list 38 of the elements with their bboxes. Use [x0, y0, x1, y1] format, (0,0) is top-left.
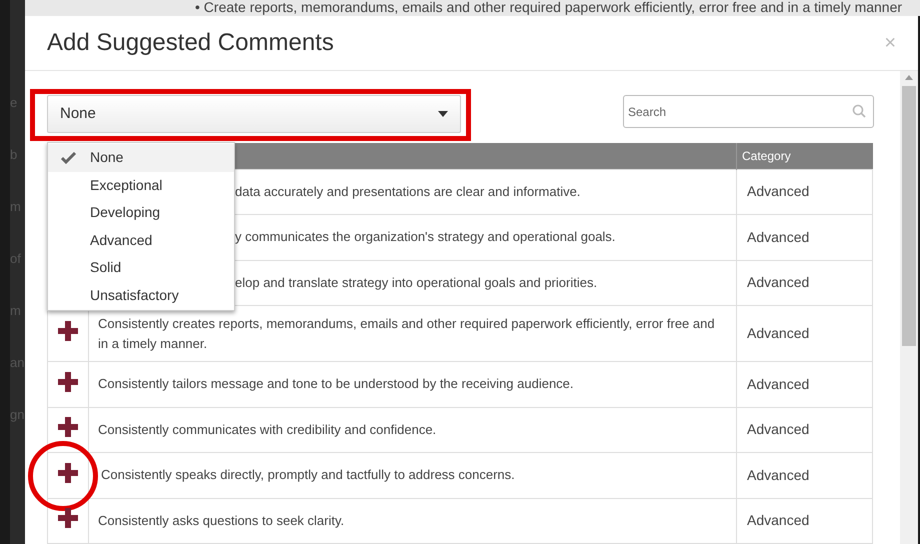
plus-icon[interactable]	[58, 417, 78, 437]
dropdown-option[interactable]: Solid	[48, 254, 234, 282]
category-dropdown[interactable]: None	[47, 95, 461, 133]
comment-text: Consistently speaks directly, promptly and tactfully to address concerns.	[101, 467, 515, 482]
comment-text: Consistently communicates with credibility and confidence.	[98, 422, 436, 437]
dropdown-option[interactable]: None	[48, 144, 234, 172]
dropdown-option[interactable]: Developing	[48, 199, 234, 226]
plus-icon[interactable]	[58, 320, 78, 341]
comment-text: Consistently creates reports, memorandums, emails and other required paperwork efficiently, error free and in a timely manner.	[98, 316, 715, 350]
scrollbar-thumb[interactable]	[902, 86, 916, 346]
comment-text: data accurately and presentations are clear and informative.	[235, 184, 580, 199]
dropdown-option[interactable]: Advanced	[48, 226, 234, 254]
plus-icon[interactable]	[58, 508, 78, 528]
plus-icon[interactable]	[58, 462, 78, 482]
category-text: Advanced	[747, 512, 810, 528]
check-icon	[61, 152, 77, 164]
category-text: Advanced	[747, 183, 810, 200]
comment-text: Consistently asks questions to seek clarity.	[98, 512, 344, 528]
plus-icon[interactable]	[58, 372, 78, 392]
category-text: Advanced	[747, 421, 810, 438]
dropdown-option[interactable]: Unsatisfactory	[48, 282, 234, 309]
category-text: Advanced	[747, 376, 810, 392]
category-text: Advanced	[747, 466, 810, 483]
category-text: Advanced	[747, 228, 810, 245]
bullet: •	[195, 0, 200, 15]
comment-text: elop and translate strategy into operational goals and priorities.	[235, 274, 598, 290]
search-icon	[852, 104, 866, 118]
dialog-title: Add Suggested Comments	[47, 28, 334, 58]
category-text: Advanced	[747, 325, 810, 341]
search-field[interactable]: Search	[623, 95, 874, 128]
background-text: Create reports, memorandums, emails and other required paperwork efficiently, error free and in a timely manner	[204, 0, 902, 15]
comment-text: Consistently tailors message and tone to be understood by the receiving audience.	[98, 376, 574, 392]
column-header: Category	[736, 143, 872, 169]
category-text: Advanced	[747, 274, 810, 290]
caret-icon	[438, 111, 448, 117]
comment-text: y communicates the organization's strategy and operational goals.	[235, 229, 616, 244]
scroll-up-icon	[905, 75, 913, 80]
dropdown-option[interactable]: Exceptional	[48, 172, 234, 199]
